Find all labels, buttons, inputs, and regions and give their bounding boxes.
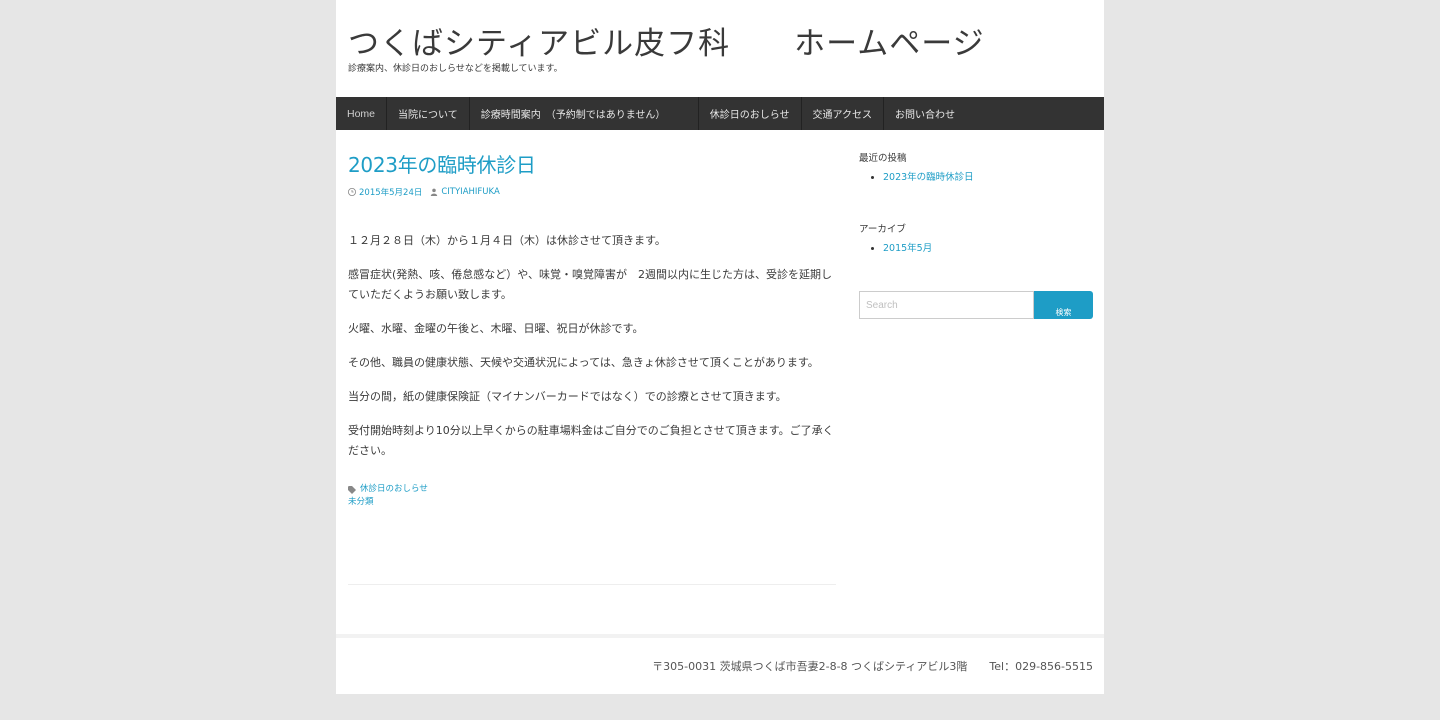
main-navigation: Home 当院について 診療時間案内 （予約制ではありません） 休診日のおしらせ… xyxy=(336,97,1104,130)
post-article: 2023年の臨時休診日 2015年5月24日 CITYIAHIFUKA １２月２… xyxy=(348,150,836,509)
recent-posts-widget: 最近の投稿 2023年の臨時休診日 xyxy=(859,150,1093,186)
post-categories: 休診日のおしらせ 未分類 xyxy=(348,483,836,509)
footer-address: 〒305-0031 茨城県つくば市吾妻2-8-8 つくばシティアビル3階 Tel… xyxy=(652,660,1093,673)
post-title[interactable]: 2023年の臨時休診日 xyxy=(348,150,836,180)
site-title[interactable]: つくばシティアビル皮フ科 ホームページ xyxy=(348,18,985,63)
nav-item-hours[interactable]: 診療時間案内 （予約制ではありません） xyxy=(470,97,699,130)
nav-item-about[interactable]: 当院について xyxy=(387,97,470,130)
page-container: つくばシティアビル皮フ科 ホームページ 診療案内、休診日のおしらせなどを掲載して… xyxy=(336,0,1104,694)
archive-widget: アーカイブ 2015年5月 xyxy=(859,221,1093,257)
search-form: 検索 xyxy=(859,291,1093,319)
recent-posts-title: 最近の投稿 xyxy=(859,153,907,164)
post-author[interactable]: CITYIAHIFUKA xyxy=(430,187,500,197)
post-body: １２月２８日（木）から１月４日（木）は休診させて頂きます。 感冒症状(発熱、咳、… xyxy=(348,231,836,461)
post-paragraph: その他、職員の健康状態、天候や交通状況によっては、急きょ休診させて頂くことがあり… xyxy=(348,356,819,369)
tag-icon xyxy=(348,485,356,494)
nav-item-home[interactable]: Home xyxy=(336,97,388,130)
recent-post-link[interactable]: 2023年の臨時休診日 xyxy=(883,172,974,183)
post-paragraph: 感冒症状(発熱、咳、倦怠感など）や、味覚・嗅覚障害が 2週間以内に生じた方は、受… xyxy=(348,268,832,301)
post-date[interactable]: 2015年5月24日 xyxy=(348,186,422,198)
clock-icon xyxy=(348,188,356,196)
post-author-text: CITYIAHIFUKA xyxy=(441,187,500,197)
sidebar: 最近の投稿 2023年の臨時休診日 アーカイブ 2015年5月 検索 xyxy=(859,150,1093,319)
category-link-uncategorized[interactable]: 未分類 xyxy=(348,496,374,509)
post-paragraph: 受付開始時刻より10分以上早くからの駐車場料金はご自分でのご負担とさせて頂きます… xyxy=(348,424,834,457)
post-paragraph: １２月２８日（木）から１月４日（木）は休診させて頂きます。 xyxy=(348,234,666,247)
user-icon xyxy=(431,188,438,196)
site-description: 診療案内、休診日のおしらせなどを掲載しています。 xyxy=(348,64,563,74)
nav-item-holidays[interactable]: 休診日のおしらせ xyxy=(699,97,802,130)
post-paragraph: 当分の間，紙の健康保険証（マイナンバーカードではなく）での診療とさせて頂きます。 xyxy=(348,390,787,403)
post-meta: 2015年5月24日 CITYIAHIFUKA xyxy=(348,186,836,198)
category-link-holidays[interactable]: 休診日のおしらせ xyxy=(360,483,428,496)
archive-title: アーカイブ xyxy=(859,224,906,235)
content-divider xyxy=(348,584,836,585)
nav-item-contact[interactable]: お問い合わせ xyxy=(884,97,966,130)
post-paragraph: 火曜、水曜、金曜の午後と、木曜、日曜、祝日が休診です。 xyxy=(348,322,644,335)
archive-link[interactable]: 2015年5月 xyxy=(883,243,932,254)
footer: 〒305-0031 茨城県つくば市吾妻2-8-8 つくばシティアビル3階 Tel… xyxy=(336,638,1104,694)
post-date-text: 2015年5月24日 xyxy=(359,188,423,198)
nav-item-access[interactable]: 交通アクセス xyxy=(802,97,885,130)
search-button[interactable]: 検索 xyxy=(1034,291,1093,319)
search-input[interactable] xyxy=(859,291,1034,319)
